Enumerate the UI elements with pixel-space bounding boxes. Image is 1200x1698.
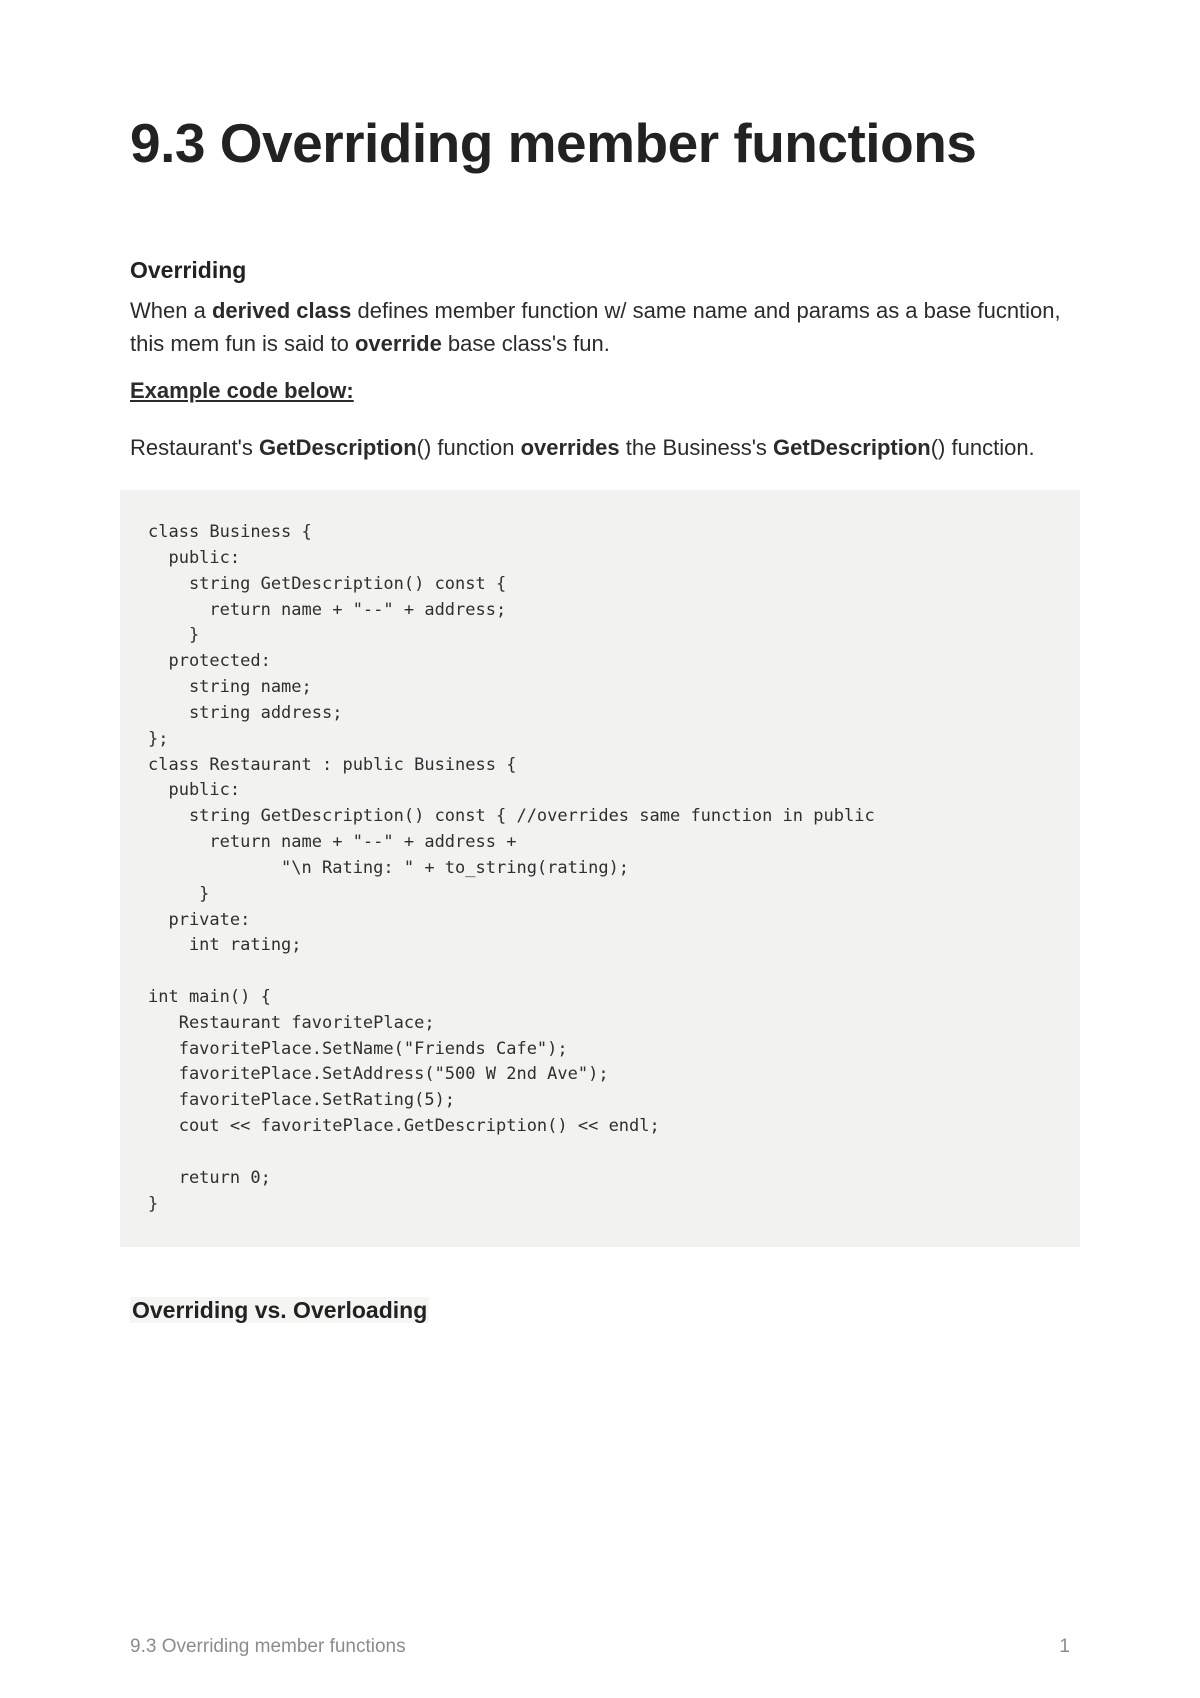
text-fragment: () function. [931, 435, 1035, 460]
text-fragment: Restaurant's [130, 435, 259, 460]
text-fragment: () function [417, 435, 521, 460]
heading-highlight: Overriding vs. Overloading [130, 1297, 429, 1323]
text-bold-getdescription-2: GetDescription [773, 435, 931, 460]
text-fragment: base class's fun. [442, 331, 610, 356]
section-heading-overriding-vs-overloading: Overriding vs. Overloading [130, 1297, 1070, 1324]
text-fragment: the Business's [620, 435, 773, 460]
code-block: class Business { public: string GetDescr… [120, 490, 1080, 1247]
page-title: 9.3 Overriding member functions [130, 110, 1070, 177]
text-fragment: When a [130, 298, 212, 323]
footer-page-number: 1 [1059, 1636, 1070, 1658]
overriding-paragraph-1: When a derived class defines member func… [130, 294, 1070, 360]
example-code-label: Example code below: [130, 374, 1070, 417]
overriding-paragraph-2: Restaurant's GetDescription() function o… [130, 431, 1070, 464]
page-footer: 9.3 Overriding member functions 1 [130, 1636, 1070, 1658]
text-bold-getdescription-1: GetDescription [259, 435, 417, 460]
section-heading-overriding: Overriding [130, 257, 1070, 284]
footer-title: 9.3 Overriding member functions [130, 1636, 406, 1658]
example-code-underline: Example code below: [130, 374, 354, 407]
text-bold-overrides: overrides [521, 435, 620, 460]
document-page: 9.3 Overriding member functions Overridi… [0, 0, 1200, 1324]
text-bold-override: override [355, 331, 442, 356]
text-bold-derived-class: derived class [212, 298, 351, 323]
